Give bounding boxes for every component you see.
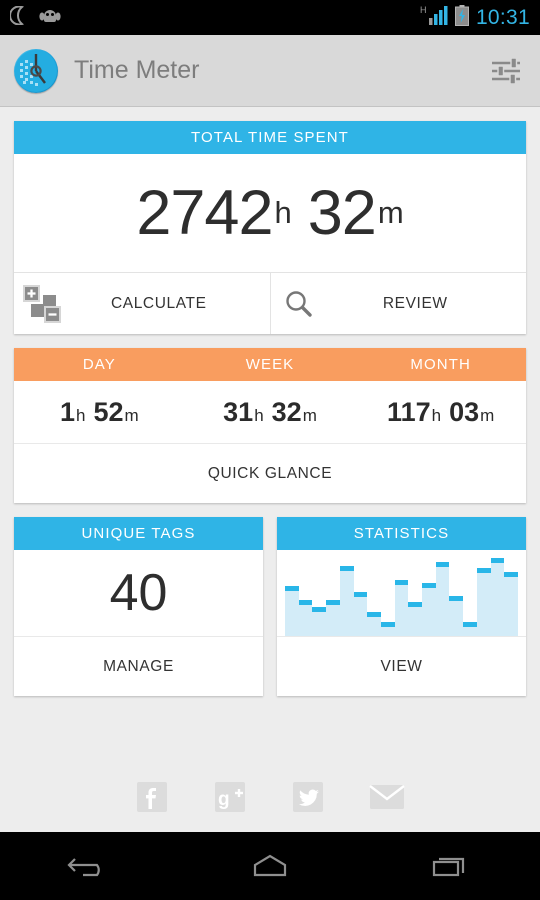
unique-tags-card: UNIQUE TAGS 40 MANAGE [14, 517, 263, 696]
period-value-day: 1h 52m [14, 397, 185, 428]
calculate-blocks-icon [14, 284, 70, 323]
chart-bar [435, 562, 450, 636]
chart-bar [463, 621, 477, 636]
app-root: H 10:31 Time Meter TOTAL TIME SPENT 2742… [0, 0, 540, 900]
period-column-week: WEEK [245, 356, 295, 373]
battery-charging-icon [454, 4, 469, 31]
chart-bar [408, 601, 423, 636]
status-bar-right-icons: H 10:31 [420, 4, 530, 31]
review-button[interactable]: REVIEW [269, 273, 527, 334]
android-head-icon [39, 8, 61, 28]
back-icon[interactable] [45, 846, 135, 886]
total-time-value: 2742 h 32 m [14, 154, 526, 272]
total-time-card-header: TOTAL TIME SPENT [14, 121, 526, 154]
quick-glance-button[interactable]: QUICK GLANCE [14, 443, 526, 503]
total-hours-unit: h [274, 195, 292, 230]
period-column-month: MONTH [410, 356, 471, 373]
statistics-chart [277, 550, 526, 636]
period-column-day: DAY [82, 356, 116, 373]
review-button-label: REVIEW [382, 294, 448, 312]
status-bar: H 10:31 [0, 0, 540, 35]
week-hours-value: 31 [223, 396, 254, 427]
total-hours-value: 2742 [136, 178, 273, 248]
period-card: DAY WEEK MONTH 1h 52m 31h 32m 117h 03m QUIC… [14, 348, 526, 503]
social-links: g [0, 780, 540, 819]
view-button[interactable]: VIEW [277, 636, 526, 696]
day-minutes-unit: m [124, 405, 139, 425]
month-minutes-unit: m [480, 405, 495, 425]
google-plus-icon[interactable]: g [213, 780, 247, 819]
period-values-row: 1h 52m 31h 32m 117h 03m [14, 381, 526, 443]
calculate-button-label: CALCULATE [110, 294, 207, 312]
period-card-header: DAY WEEK MONTH [14, 348, 526, 381]
chart-bar [422, 583, 436, 636]
total-minutes-value: 32 [307, 178, 377, 248]
total-minutes-unit: m [377, 195, 404, 230]
day-minutes-value: 52 [93, 396, 124, 427]
manage-button[interactable]: MANAGE [14, 636, 263, 696]
email-icon[interactable] [369, 782, 405, 817]
svg-text:g: g [218, 789, 230, 810]
chart-bar [476, 568, 491, 636]
recents-icon[interactable] [405, 846, 495, 886]
chart-bar [504, 572, 518, 636]
svg-text:H: H [420, 5, 427, 15]
time-meter-logo-icon [14, 48, 58, 93]
action-bar: Time Meter [0, 35, 540, 107]
twitter-icon[interactable] [291, 780, 325, 819]
page-title: Time Meter [74, 56, 200, 84]
total-time-card-actions: CALCULATE REVIEW [14, 272, 526, 334]
search-icon [271, 288, 327, 320]
calculate-button[interactable]: CALCULATE [14, 273, 270, 334]
week-minutes-value: 32 [271, 396, 302, 427]
chart-bar [394, 580, 409, 636]
chart-bar [380, 621, 395, 636]
chart-bar [353, 592, 368, 636]
statistics-card: STATISTICS VIEW [277, 517, 526, 696]
home-icon[interactable] [225, 846, 315, 886]
moon-icon [9, 5, 26, 30]
month-minutes-value: 03 [449, 396, 480, 427]
period-value-week: 31h 32m [185, 397, 356, 428]
chart-bar [298, 600, 313, 636]
week-hours-unit: h [254, 405, 264, 425]
unique-tags-value: 40 [109, 564, 168, 622]
unique-tags-card-header: UNIQUE TAGS [14, 517, 263, 550]
sliders-icon[interactable] [486, 51, 526, 91]
chart-bar [367, 612, 381, 636]
statistics-card-header: STATISTICS [277, 517, 526, 550]
facebook-icon[interactable] [135, 780, 169, 819]
android-navigation-bar [0, 832, 540, 900]
period-value-month: 117h 03m [355, 397, 526, 428]
status-bar-left-icons [9, 5, 61, 30]
status-bar-clock: 10:31 [475, 5, 530, 29]
day-hours-unit: h [76, 405, 86, 425]
bottom-cards-row: UNIQUE TAGS 40 MANAGE STATISTICS VIEW [14, 503, 526, 696]
month-hours-value: 117 [387, 396, 431, 427]
statistics-bar-chart [285, 556, 518, 636]
chart-bar [285, 586, 299, 636]
main-content: TOTAL TIME SPENT 2742 h 32 m CALCULATE R… [0, 121, 540, 696]
signal-icon: H [420, 4, 448, 31]
total-time-card: TOTAL TIME SPENT 2742 h 32 m CALCULATE R… [14, 121, 526, 334]
week-minutes-unit: m [302, 405, 317, 425]
chart-bar [490, 558, 505, 636]
chart-bar [449, 596, 464, 636]
day-hours-value: 1 [59, 396, 75, 427]
month-hours-unit: h [431, 405, 442, 425]
chart-bar [326, 600, 340, 636]
chart-bar [339, 565, 354, 636]
chart-bar [312, 607, 327, 636]
